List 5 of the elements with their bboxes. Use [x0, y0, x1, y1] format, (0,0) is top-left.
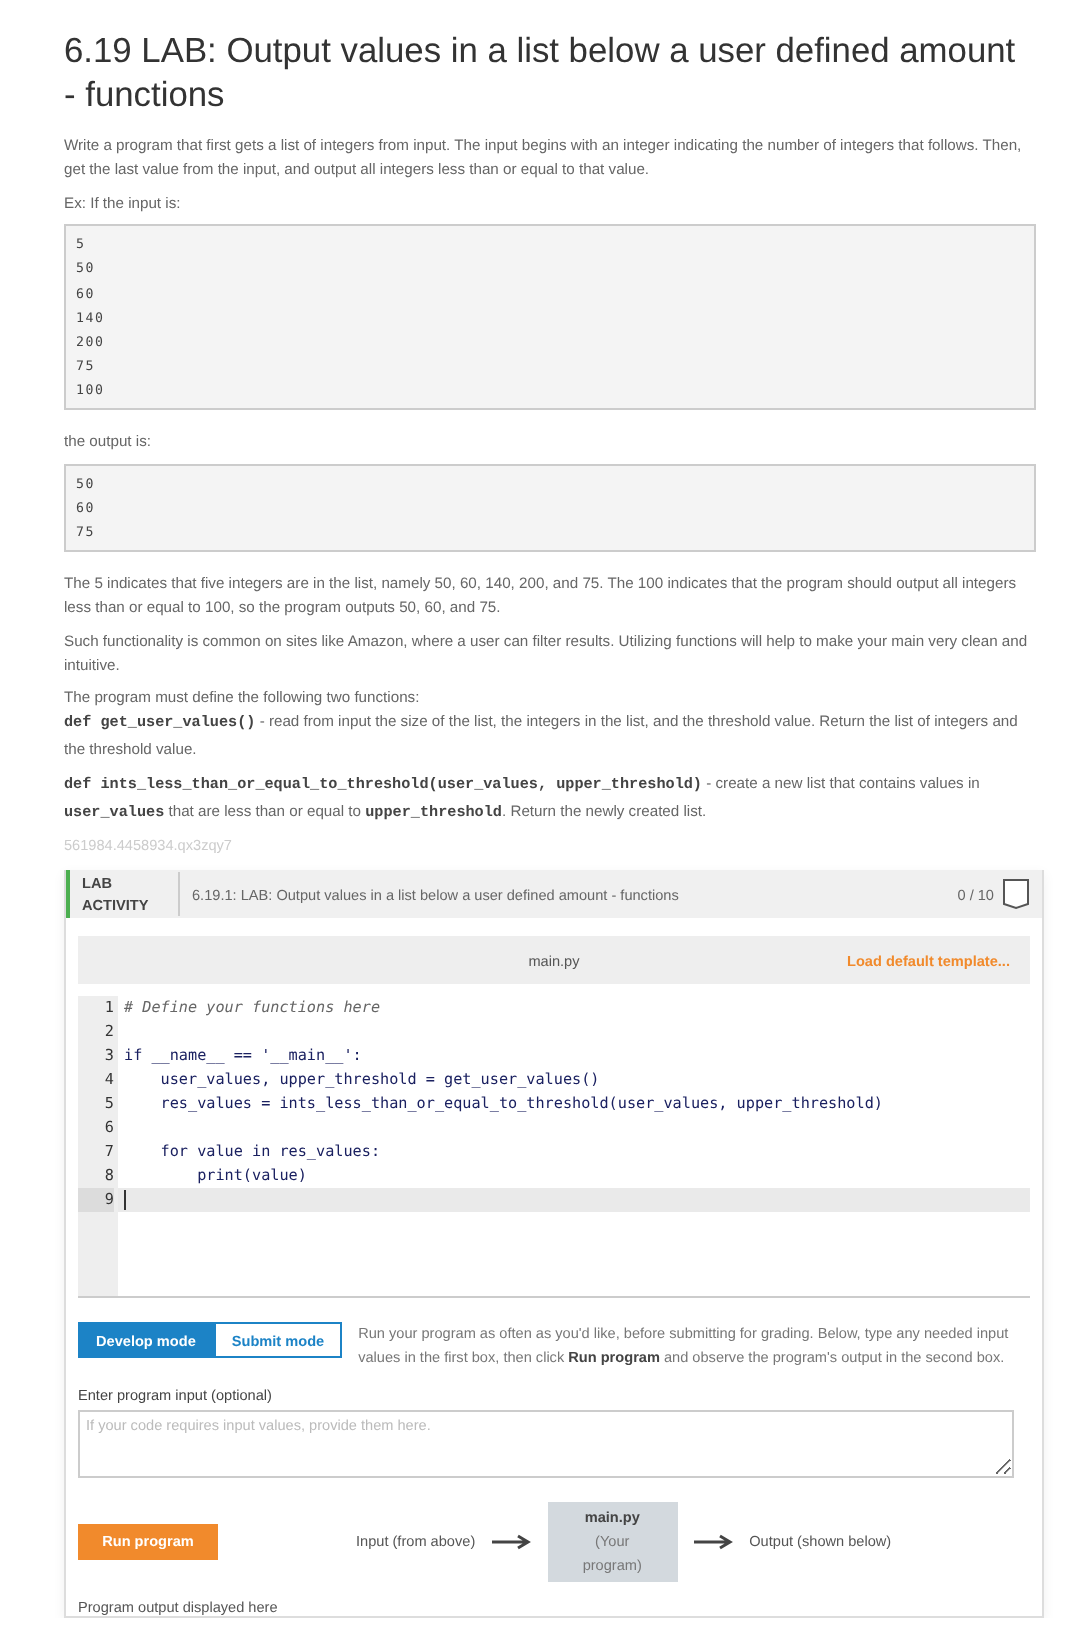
text-cursor: [124, 1190, 126, 1211]
score-badge-icon: [1002, 878, 1030, 911]
arrow-icon: [491, 1533, 532, 1550]
page-title: 6.19 LAB: Output values in a list below a user defined amount - functions: [64, 28, 1018, 116]
arrow-icon: [693, 1533, 734, 1550]
